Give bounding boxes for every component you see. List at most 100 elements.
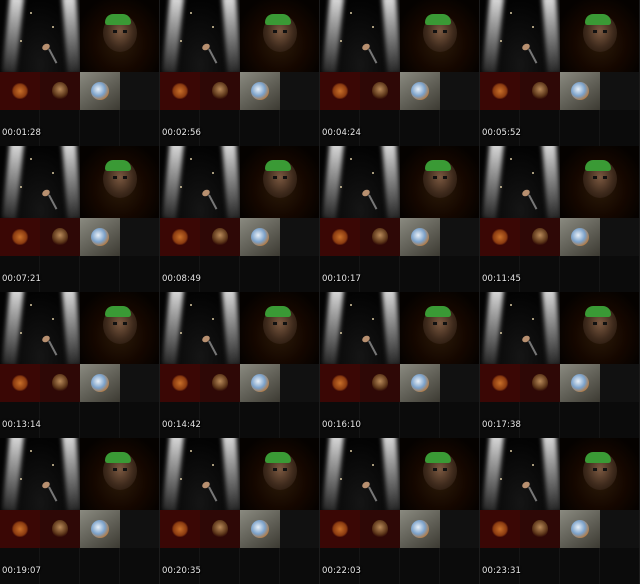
empty-tile <box>600 218 640 256</box>
video-frame-tile[interactable]: 00:19:07 <box>0 438 160 584</box>
video-frame-tile[interactable]: 00:05:52 <box>480 0 640 146</box>
empty-tile <box>440 72 480 110</box>
frame-timestamp: 00:04:24 <box>322 128 361 138</box>
empty-tile <box>120 510 160 548</box>
frame-timestamp: 00:23:31 <box>482 566 521 576</box>
video-frame-tile[interactable]: 00:08:49 <box>160 146 320 292</box>
spotlight-beam-right <box>222 0 240 72</box>
empty-cell <box>80 402 120 438</box>
empty-tile <box>600 364 640 402</box>
crest-tile <box>320 364 360 402</box>
portrait-eyes <box>113 322 127 325</box>
microphone-icon <box>40 188 58 210</box>
spotlight-beam-right <box>62 438 80 510</box>
spotlight-beam-left <box>321 146 344 218</box>
spotlight-beam-right <box>382 0 400 72</box>
microphone-icon <box>40 334 58 356</box>
stage-spotlight-icon <box>320 292 400 364</box>
frame-timestamp: 00:11:45 <box>482 274 521 284</box>
crest-tile <box>0 72 40 110</box>
frame-timestamp: 00:17:38 <box>482 420 521 430</box>
video-frame-tile[interactable]: 00:13:14 <box>0 292 160 438</box>
video-frame-tile[interactable]: 00:17:38 <box>480 292 640 438</box>
globe-tile <box>400 72 440 110</box>
empty-cell <box>520 256 560 292</box>
crest-emblem-icon <box>491 83 509 99</box>
globe-tile <box>240 72 280 110</box>
empty-cell <box>40 402 80 438</box>
portrait-eyes <box>593 468 607 471</box>
globe-icon <box>251 374 269 392</box>
confetti-speck <box>350 304 352 306</box>
frame-timestamp: 00:14:42 <box>162 420 201 430</box>
crest-emblem-icon <box>532 520 548 538</box>
video-frame-tile[interactable]: 00:22:03 <box>320 438 480 584</box>
confetti-speck <box>340 40 342 42</box>
globe-tile <box>240 510 280 548</box>
crest-emblem-icon <box>491 375 509 391</box>
crest-emblem-icon <box>11 229 29 245</box>
green-turban <box>425 452 451 463</box>
stage-spotlight-icon <box>480 146 560 218</box>
video-frame-tile[interactable]: 00:20:35 <box>160 438 320 584</box>
stage-spotlight-icon <box>0 292 80 364</box>
video-frame-tile[interactable]: 00:04:24 <box>320 0 480 146</box>
portrait-eyes <box>433 30 447 33</box>
empty-tile <box>440 364 480 402</box>
empty-cell <box>400 256 440 292</box>
portrait-thumbnail <box>560 0 640 72</box>
confetti-speck <box>30 304 32 306</box>
microphone-icon <box>200 480 218 502</box>
confetti-speck <box>350 158 352 160</box>
video-frame-tile[interactable]: 00:02:56 <box>160 0 320 146</box>
empty-cell <box>80 110 120 146</box>
globe-icon <box>411 82 429 100</box>
empty-tile <box>280 364 320 402</box>
crest-tile <box>360 218 400 256</box>
microphone-icon <box>520 334 538 356</box>
portrait-eyes <box>273 176 287 179</box>
video-frame-tile[interactable]: 00:07:21 <box>0 146 160 292</box>
empty-cell <box>440 110 480 146</box>
green-turban <box>425 306 451 317</box>
crest-emblem-icon <box>52 520 68 538</box>
confetti-speck <box>20 186 22 188</box>
confetti-speck <box>52 172 54 174</box>
globe-icon <box>251 520 269 538</box>
spotlight-beam-right <box>382 438 400 510</box>
globe-icon <box>411 374 429 392</box>
confetti-speck <box>350 450 352 452</box>
confetti-speck <box>500 478 502 480</box>
empty-cell <box>280 110 320 146</box>
video-frame-tile[interactable]: 00:10:17 <box>320 146 480 292</box>
globe-tile <box>80 218 120 256</box>
thumbnail-strip <box>480 72 640 110</box>
crest-emblem-icon <box>11 521 29 537</box>
video-frame-tile[interactable]: 00:11:45 <box>480 146 640 292</box>
globe-tile <box>400 364 440 402</box>
crest-emblem-icon <box>171 521 189 537</box>
globe-icon <box>411 228 429 246</box>
stage-spotlight-icon <box>480 0 560 72</box>
video-frame-tile[interactable]: 00:01:28 <box>0 0 160 146</box>
frame-timestamp: 00:13:14 <box>2 420 41 430</box>
video-frame-tile[interactable]: 00:23:31 <box>480 438 640 584</box>
video-frame-tile[interactable]: 00:14:42 <box>160 292 320 438</box>
crest-emblem-icon <box>331 375 349 391</box>
video-frame-tile[interactable]: 00:16:10 <box>320 292 480 438</box>
crest-tile <box>40 364 80 402</box>
frame-timestamp: 00:02:56 <box>162 128 201 138</box>
crest-emblem-icon <box>372 374 388 392</box>
portrait-thumbnail <box>240 292 320 364</box>
spotlight-beam-left <box>481 292 504 364</box>
empty-cell <box>280 402 320 438</box>
spotlight-beam-left <box>481 146 504 218</box>
spotlight-beam-right <box>222 438 240 510</box>
globe-icon <box>571 520 589 538</box>
crest-emblem-icon <box>52 374 68 392</box>
confetti-speck <box>510 158 512 160</box>
globe-tile <box>560 218 600 256</box>
empty-cell <box>400 548 440 584</box>
confetti-speck <box>212 26 214 28</box>
confetti-speck <box>212 464 214 466</box>
